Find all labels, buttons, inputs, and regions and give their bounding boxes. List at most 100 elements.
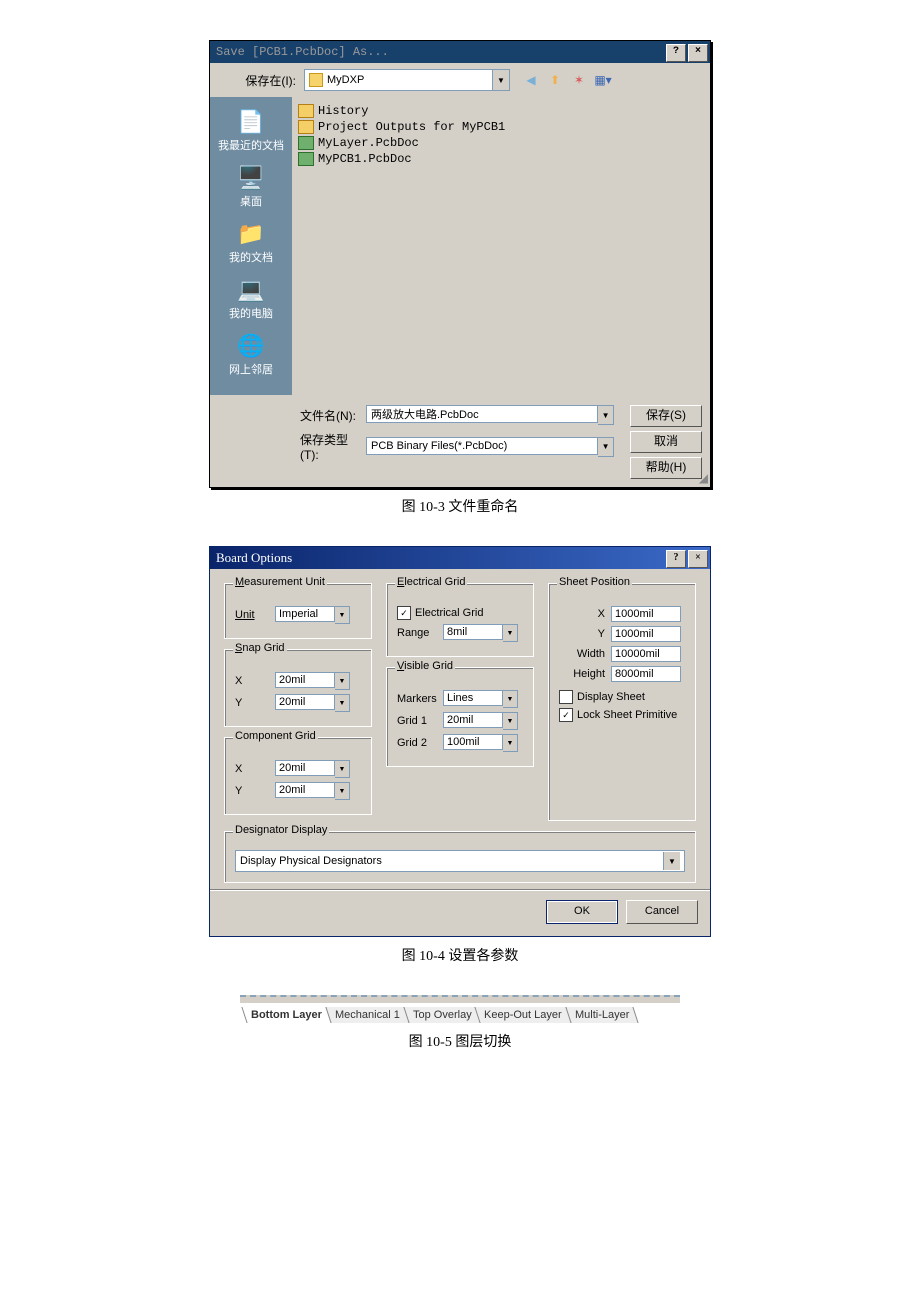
chevron-down-icon[interactable]: ▼ xyxy=(335,782,350,800)
chevron-down-icon[interactable]: ▼ xyxy=(503,712,518,730)
lock-sheet-label: Lock Sheet Primitive xyxy=(577,709,677,721)
help-titlebutton[interactable]: ? xyxy=(666,44,686,62)
grid1-value[interactable] xyxy=(443,712,503,728)
group-sheet-position: Sheet Position X Y Width Height Display … xyxy=(548,583,696,821)
tab-label: Keep-Out Layer xyxy=(484,1009,562,1021)
snap-x-value[interactable] xyxy=(275,672,335,688)
snap-x-input[interactable]: ▼ xyxy=(275,672,350,690)
list-item[interactable]: History xyxy=(298,103,704,119)
unit-select[interactable]: ▼ xyxy=(275,606,350,624)
x-label: X xyxy=(235,763,275,775)
place-desktop[interactable]: 🖥️ 桌面 xyxy=(210,161,292,211)
newfolder-icon[interactable]: ✶ xyxy=(570,71,588,89)
place-mycomputer-label: 我的电脑 xyxy=(229,305,273,321)
chevron-down-icon[interactable]: ▼ xyxy=(598,405,614,425)
tab-row: Bottom Layer Mechanical 1 Top Overlay Ke… xyxy=(240,1003,680,1023)
list-item[interactable]: MyLayer.PcbDoc xyxy=(298,135,704,151)
help-titlebutton[interactable]: ? xyxy=(666,550,686,568)
place-recent[interactable]: 📄 我最近的文档 xyxy=(210,105,292,155)
file-list-area[interactable]: History Project Outputs for MyPCB1 MyLay… xyxy=(292,97,710,395)
range-input[interactable]: ▼ xyxy=(443,624,518,642)
title-text: Save [PCB1.PcbDoc] As... xyxy=(216,45,389,59)
viewmenu-icon[interactable]: ▦▾ xyxy=(594,71,612,89)
group-legend: Visible Grid xyxy=(395,660,455,672)
place-network[interactable]: 🌐 网上邻居 xyxy=(210,329,292,379)
chevron-down-icon[interactable]: ▼ xyxy=(335,760,350,778)
unit-value[interactable] xyxy=(275,606,335,622)
save-in-label: 保存在(I): xyxy=(218,72,304,89)
markers-select[interactable]: ▼ xyxy=(443,690,518,708)
grid2-input[interactable]: ▼ xyxy=(443,734,518,752)
figure-caption-1: 图 10-3 文件重命名 xyxy=(402,496,519,516)
back-icon[interactable]: ◀ xyxy=(522,71,540,89)
tab-keep-out-layer[interactable]: Keep-Out Layer xyxy=(475,1007,572,1023)
save-type-label: 保存类型(T): xyxy=(300,431,366,462)
ok-button[interactable]: OK xyxy=(546,900,618,924)
cancel-button[interactable]: 取消 xyxy=(630,431,702,453)
comp-y-input[interactable]: ▼ xyxy=(275,782,350,800)
place-mydocs[interactable]: 📁 我的文档 xyxy=(210,217,292,267)
close-titlebutton[interactable]: × xyxy=(688,44,708,62)
place-network-label: 网上邻居 xyxy=(229,361,273,377)
chevron-down-icon[interactable]: ▼ xyxy=(335,694,350,712)
sheet-height-input[interactable] xyxy=(611,666,681,682)
comp-x-input[interactable]: ▼ xyxy=(275,760,350,778)
tab-label: Top Overlay xyxy=(413,1009,472,1021)
chevron-down-icon[interactable]: ▼ xyxy=(503,690,518,708)
chevron-down-icon[interactable]: ▼ xyxy=(598,437,614,457)
list-item[interactable]: Project Outputs for MyPCB1 xyxy=(298,119,704,135)
save-as-dialog: Save [PCB1.PcbDoc] As... ? × 保存在(I): MyD… xyxy=(209,40,711,488)
tab-top-overlay[interactable]: Top Overlay xyxy=(403,1007,481,1023)
cancel-button[interactable]: Cancel xyxy=(626,900,698,924)
save-button[interactable]: 保存(S) xyxy=(630,405,702,427)
range-value[interactable] xyxy=(443,624,503,640)
chevron-down-icon[interactable]: ▼ xyxy=(335,606,350,624)
comp-y-value[interactable] xyxy=(275,782,335,798)
group-snap-grid: Snap Grid X ▼ Y ▼ xyxy=(224,649,372,727)
chevron-down-icon[interactable]: ▼ xyxy=(492,70,509,90)
comp-x-value[interactable] xyxy=(275,760,335,776)
sheet-x-input[interactable] xyxy=(611,606,681,622)
unit-label: Unit xyxy=(235,609,275,621)
group-legend: Sheet Position xyxy=(557,576,632,588)
markers-value[interactable] xyxy=(443,690,503,706)
chevron-down-icon[interactable]: ▼ xyxy=(503,624,518,642)
close-titlebutton[interactable]: × xyxy=(688,550,708,568)
electrical-grid-checkbox[interactable]: ✓ xyxy=(397,606,411,620)
lock-sheet-checkbox[interactable]: ✓ xyxy=(559,708,573,722)
figure-caption-3: 图 10-5 图层切换 xyxy=(409,1031,512,1051)
designator-select[interactable]: Display Physical Designators ▼ xyxy=(235,850,685,872)
filename-label: 文件名(N): xyxy=(300,407,366,424)
resize-grip-icon[interactable]: ◢ xyxy=(699,471,708,485)
list-item[interactable]: MyPCB1.PcbDoc xyxy=(298,151,704,167)
sheet-width-input[interactable] xyxy=(611,646,681,662)
save-in-combo[interactable]: MyDXP ▼ xyxy=(304,69,510,91)
group-electrical-grid: Electrical Grid ✓ Electrical Grid Range … xyxy=(386,583,534,657)
snap-y-value[interactable] xyxy=(275,694,335,710)
x-label: X xyxy=(235,675,275,687)
title-text: Board Options xyxy=(216,550,292,566)
help-button[interactable]: 帮助(H) xyxy=(630,457,702,479)
x-label: X xyxy=(559,608,611,620)
filename-input[interactable] xyxy=(366,405,598,423)
snap-y-input[interactable]: ▼ xyxy=(275,694,350,712)
grid1-input[interactable]: ▼ xyxy=(443,712,518,730)
tab-mechanical-1[interactable]: Mechanical 1 xyxy=(325,1007,409,1023)
chevron-down-icon[interactable]: ▼ xyxy=(503,734,518,752)
chevron-down-icon[interactable]: ▼ xyxy=(663,852,680,870)
chevron-down-icon[interactable]: ▼ xyxy=(335,672,350,690)
figure-caption-2: 图 10-4 设置各参数 xyxy=(402,945,519,965)
place-mycomputer[interactable]: 💻 我的电脑 xyxy=(210,273,292,323)
save-in-row: 保存在(I): MyDXP ▼ ◀ ⬆ ✶ ▦▾ xyxy=(210,63,710,97)
pcbdoc-icon xyxy=(298,152,314,166)
save-type-select[interactable] xyxy=(366,437,598,455)
tab-bottom-layer[interactable]: Bottom Layer xyxy=(241,1007,331,1023)
up-icon[interactable]: ⬆ xyxy=(546,71,564,89)
file-name: Project Outputs for MyPCB1 xyxy=(318,120,505,134)
sheet-y-input[interactable] xyxy=(611,626,681,642)
figure-board-options: Board Options ? × Measurement Unit Unit xyxy=(0,546,920,965)
grid2-value[interactable] xyxy=(443,734,503,750)
folder-icon xyxy=(298,104,314,118)
tab-multi-layer[interactable]: Multi-Layer xyxy=(565,1007,639,1023)
display-sheet-checkbox[interactable] xyxy=(559,690,573,704)
